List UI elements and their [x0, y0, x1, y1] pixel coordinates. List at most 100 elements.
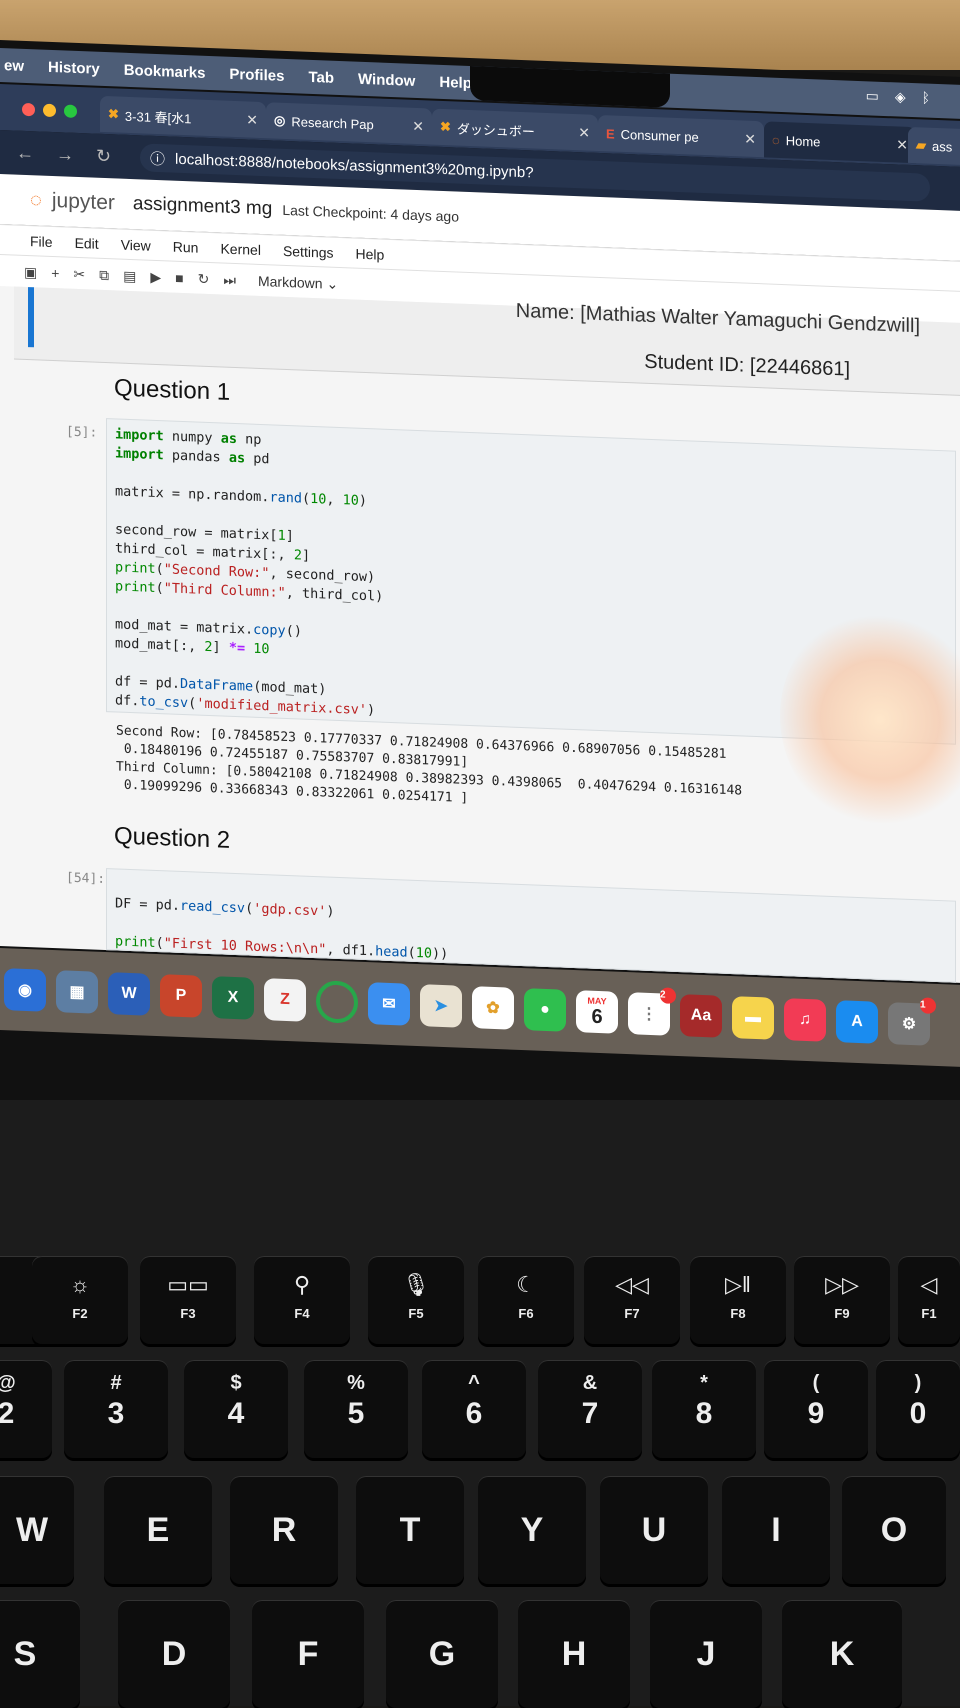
key-f4[interactable]: ⚲ F4 — [254, 1256, 350, 1344]
tab-research[interactable]: ◎ Research Pap ✕ — [266, 102, 432, 145]
menu-bookmarks[interactable]: Bookmarks — [124, 61, 206, 81]
key-u[interactable]: U — [600, 1476, 708, 1584]
tab-course[interactable]: ✖ 3-31 春[水1 ✕ — [100, 95, 266, 139]
add-cell-icon[interactable]: + — [51, 265, 59, 281]
tab-dashboard[interactable]: ✖ ダッシュボー ✕ — [432, 108, 598, 151]
shield-icon[interactable]: ◈ — [895, 88, 906, 105]
close-icon[interactable]: ✕ — [744, 130, 756, 147]
run-icon[interactable]: ▶ — [150, 268, 161, 285]
tab-consumer[interactable]: E Consumer pe ✕ — [598, 114, 764, 158]
key-3[interactable]: #3 — [64, 1360, 168, 1458]
key-2[interactable]: @2 — [0, 1360, 52, 1458]
reload-icon[interactable]: ↻ — [96, 146, 111, 168]
key-f7[interactable]: ◁◁ F7 — [584, 1256, 680, 1344]
menu-view[interactable]: View — [121, 237, 151, 254]
paste-icon[interactable]: ▤ — [123, 267, 136, 285]
cut-icon[interactable]: ✂ — [73, 265, 85, 282]
close-icon[interactable]: ✕ — [896, 136, 908, 153]
cell-type-select[interactable]: Markdown ⌄ — [258, 272, 338, 292]
key-8[interactable]: * 8 — [652, 1360, 756, 1458]
menu-file[interactable]: File — [30, 233, 53, 250]
tab-home[interactable]: ◌ Home ✕ — [764, 121, 916, 164]
menu-edit[interactable]: Edit — [75, 235, 99, 252]
messages-icon[interactable]: ● — [524, 988, 566, 1032]
calendar-icon[interactable]: MAY 6 — [576, 990, 618, 1034]
close-icon[interactable]: ✕ — [246, 111, 258, 128]
copy-icon[interactable]: ⧉ — [99, 266, 109, 283]
jupyter-logo-text[interactable]: jupyter — [52, 189, 115, 215]
menu-tab[interactable]: Tab — [308, 68, 334, 86]
chrome-icon[interactable]: ◉ — [4, 968, 46, 1012]
dictionary-icon[interactable]: Aa — [680, 994, 722, 1038]
menu-window[interactable]: Window — [358, 70, 415, 89]
cell-prompt: [54]: — [66, 870, 106, 888]
key-j[interactable]: J — [650, 1600, 762, 1708]
key-y[interactable]: Y — [478, 1476, 586, 1584]
menu-kernel[interactable]: Kernel — [220, 240, 260, 258]
sidebar-icon[interactable]: ▭ — [866, 87, 879, 105]
photos-icon[interactable]: ✿ — [472, 986, 514, 1030]
close-icon[interactable]: ✕ — [578, 124, 590, 141]
key-i[interactable]: I — [722, 1476, 830, 1584]
key-4[interactable]: $4 — [184, 1360, 288, 1458]
key-d[interactable]: D — [118, 1600, 230, 1708]
key-7[interactable]: & 7 — [538, 1360, 642, 1458]
stop-icon[interactable]: ■ — [175, 270, 183, 286]
key-w[interactable]: W — [0, 1476, 74, 1584]
maps-icon[interactable]: ➤ — [420, 984, 462, 1028]
spotify-ring-icon[interactable] — [316, 980, 358, 1024]
key-t[interactable]: T — [356, 1476, 464, 1584]
key-6[interactable]: ^ 6 — [422, 1360, 526, 1458]
save-icon[interactable]: ▣ — [24, 263, 37, 281]
notes-icon[interactable]: ▬ — [732, 996, 774, 1040]
menu-view[interactable]: ew — [4, 57, 24, 75]
key-9[interactable]: (9 — [764, 1360, 868, 1458]
preview-icon[interactable]: ▦ — [56, 970, 98, 1014]
key-0[interactable]: ) 0 — [876, 1360, 960, 1458]
menu-profiles[interactable]: Profiles — [229, 65, 284, 84]
key-o[interactable]: O — [842, 1476, 946, 1584]
menu-run[interactable]: Run — [173, 239, 199, 256]
key-f8[interactable]: ▷‖ F8 — [690, 1256, 786, 1344]
system-settings-icon[interactable]: ⚙ 1 — [888, 997, 936, 1046]
menu-history[interactable]: History — [48, 58, 100, 77]
mail-icon[interactable]: ✉ — [368, 982, 410, 1026]
menu-settings[interactable]: Settings — [283, 243, 334, 261]
app-store-icon[interactable]: A — [836, 1000, 878, 1044]
key-k[interactable]: K — [782, 1600, 902, 1708]
key-f3[interactable]: ▭▭ F3 — [140, 1256, 236, 1344]
key-r[interactable]: R — [230, 1476, 338, 1584]
zotero-icon[interactable]: Z — [264, 978, 306, 1022]
key-f6[interactable]: ☾ F6 — [478, 1256, 574, 1344]
key-f9[interactable]: ▷▷ F9 — [794, 1256, 890, 1344]
music-icon[interactable]: ♫ — [784, 998, 826, 1042]
notebook-title[interactable]: assignment3 mg — [133, 193, 272, 220]
close-window-button[interactable] — [22, 102, 35, 117]
key-f10[interactable]: ◁ F1 — [898, 1256, 960, 1344]
key-g[interactable]: G — [386, 1600, 498, 1708]
excel-icon[interactable]: X — [212, 976, 254, 1020]
zoom-window-button[interactable] — [64, 104, 77, 118]
powerpoint-icon[interactable]: P — [160, 974, 202, 1018]
run-all-icon[interactable]: ⏭ — [223, 271, 236, 288]
tab-assignment[interactable]: ▰ ass — [908, 126, 960, 166]
key-h[interactable]: H — [518, 1600, 630, 1708]
bluetooth-icon[interactable]: ᛒ — [922, 89, 930, 106]
jupyter-logo-icon[interactable]: ◌ — [30, 189, 42, 212]
close-icon[interactable]: ✕ — [412, 117, 424, 134]
key-5[interactable]: % 5 — [304, 1360, 408, 1458]
key-f5[interactable]: 🎙 F5 — [368, 1256, 464, 1344]
forward-arrow-icon[interactable]: → — [56, 144, 74, 166]
key-f[interactable]: F — [252, 1600, 364, 1708]
word-icon[interactable]: W — [108, 972, 150, 1016]
menu-help[interactable]: Help — [356, 246, 385, 263]
key-f2[interactable]: ☼ F2 — [32, 1256, 128, 1344]
key-s[interactable]: S — [0, 1600, 80, 1708]
restart-icon[interactable]: ↻ — [198, 270, 210, 287]
key-e[interactable]: E — [104, 1476, 212, 1584]
menu-help[interactable]: Help — [439, 73, 472, 91]
reminders-icon[interactable]: ⋮ 2 — [628, 987, 676, 1036]
minimize-window-button[interactable] — [43, 103, 56, 118]
back-arrow-icon[interactable]: ← — [16, 143, 34, 165]
info-icon[interactable]: ⓘ — [150, 147, 165, 169]
